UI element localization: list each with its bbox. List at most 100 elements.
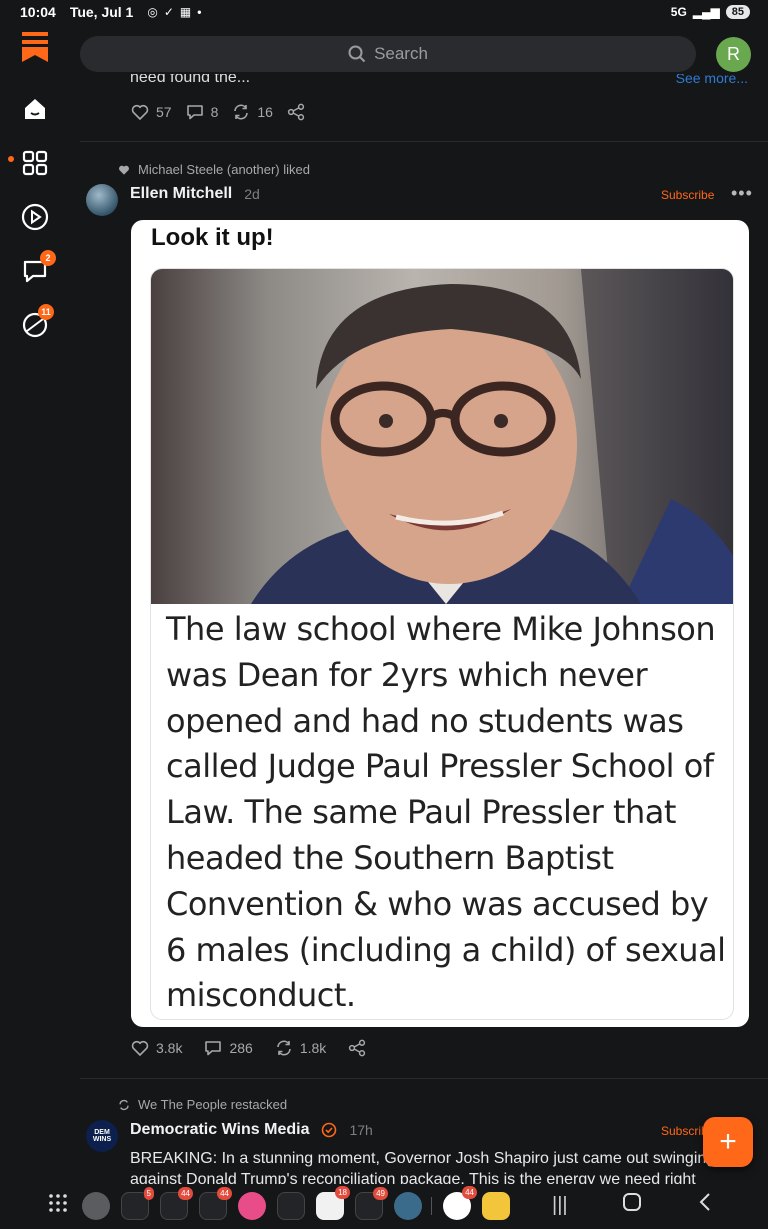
subscribe-button[interactable]: Subscribe	[661, 188, 714, 202]
share-button[interactable]	[348, 1039, 366, 1057]
post-age: 2d	[244, 186, 260, 202]
restacked-by-text: We The People restacked	[138, 1097, 288, 1112]
app-folder-icon[interactable]: 49	[355, 1187, 388, 1220]
previous-post-actions: 57 8 16	[131, 103, 305, 121]
notification-icon: ◎	[147, 5, 158, 19]
restack-button[interactable]: 1.8k	[275, 1039, 326, 1057]
settings-app-icon[interactable]	[82, 1192, 110, 1220]
comment-count: 8	[210, 104, 219, 120]
like-count: 3.8k	[156, 1040, 183, 1056]
network-label: 5G	[670, 5, 687, 19]
author-avatar[interactable]: DEM WINS	[86, 1120, 118, 1152]
heart-icon	[131, 104, 149, 121]
author-name[interactable]: Democratic Wins Media	[130, 1121, 309, 1139]
clock: 10:04	[20, 4, 56, 20]
app-folder-icon[interactable]	[277, 1192, 305, 1220]
signal-icon: ▂▄▆	[692, 5, 720, 19]
substack-logo-icon[interactable]	[20, 32, 50, 62]
author-name[interactable]: Ellen Mitchell	[130, 185, 232, 203]
post-divider	[80, 1078, 768, 1079]
previous-post-text: need found the...	[130, 74, 251, 86]
home-button-icon[interactable]	[622, 1192, 642, 1218]
comment-icon	[186, 105, 203, 120]
share-button[interactable]	[287, 103, 305, 121]
app-drawer-icon[interactable]	[48, 1193, 68, 1219]
taskbar-divider	[431, 1197, 432, 1215]
chrome-app-icon[interactable]: 44	[443, 1186, 477, 1220]
post-card[interactable]: Look it up! The law school where Mike Jo…	[131, 220, 749, 1027]
plus-icon: +	[719, 1125, 737, 1158]
back-button-icon[interactable]	[697, 1192, 713, 1218]
status-bar: 10:04 Tue, Jul 1 ◎ ✓ ▦ • 5G ▂▄▆ 85	[0, 0, 768, 24]
post-age: 17h	[349, 1122, 373, 1138]
notification-icons: ◎ ✓ ▦ •	[147, 5, 201, 19]
recent-apps-icon[interactable]: |||	[552, 1194, 568, 1217]
author-row: Ellen Mitchell 2d	[130, 185, 260, 203]
restacked-by-line: We The People restacked	[118, 1097, 287, 1112]
comment-count: 286	[229, 1040, 253, 1056]
substack-logo-svg	[22, 32, 48, 62]
photo-portrait	[151, 269, 733, 604]
post-image[interactable]: The law school where Mike Johnson was De…	[150, 268, 734, 1020]
compose-button[interactable]: +	[703, 1117, 753, 1167]
see-more-link[interactable]: See more...	[676, 74, 748, 88]
chat-icon[interactable]: 2	[20, 250, 56, 286]
app-folder-icon[interactable]: 44	[199, 1187, 232, 1220]
verified-icon	[322, 1122, 337, 1138]
share-icon	[349, 1039, 366, 1057]
app-badge: 44	[178, 1187, 193, 1200]
app-badge: 44	[217, 1187, 232, 1200]
play-icon[interactable]	[20, 202, 50, 232]
active-indicator	[8, 156, 14, 162]
app-notification-icon: ▦	[179, 5, 192, 19]
comment-button[interactable]: 286	[204, 1039, 253, 1057]
app-badge: 18	[335, 1186, 350, 1199]
author-avatar[interactable]	[86, 184, 118, 216]
news-app-icon[interactable]: 18	[316, 1186, 350, 1220]
checklist-icon: ✓	[163, 5, 174, 19]
like-button[interactable]: 3.8k	[131, 1039, 182, 1057]
left-rail: 2 11	[0, 24, 72, 1184]
restack-icon	[119, 1099, 129, 1110]
app-badge: 44	[462, 1186, 477, 1199]
app-badge: 5	[143, 1187, 154, 1200]
liked-by-text: Michael Steele (another) liked	[138, 162, 310, 177]
like-count: 57	[156, 104, 172, 120]
post-text: BREAKING: In a stunning moment, Governor…	[130, 1150, 716, 1184]
post-title: Look it up!	[151, 224, 274, 251]
app-folder-icon[interactable]: 5	[121, 1187, 154, 1220]
search-icon	[348, 45, 366, 63]
app-icon[interactable]	[394, 1192, 422, 1220]
comment-button[interactable]: 8	[186, 103, 219, 121]
search-bar[interactable]: Search	[80, 36, 696, 72]
heart-filled-icon	[119, 165, 129, 175]
date: Tue, Jul 1	[69, 4, 134, 20]
gallery-app-icon[interactable]	[238, 1192, 266, 1220]
grid-icon[interactable]	[20, 148, 50, 178]
restack-icon	[277, 1040, 291, 1056]
notes-app-icon[interactable]	[482, 1192, 510, 1220]
restack-button[interactable]: 16	[232, 103, 273, 121]
app-folder-icon[interactable]: 44	[160, 1187, 193, 1220]
like-button[interactable]: 57	[131, 103, 172, 121]
profile-avatar[interactable]: R	[716, 37, 751, 72]
restack-count: 1.8k	[299, 1040, 327, 1056]
liked-by-line: Michael Steele (another) liked	[118, 162, 310, 177]
more-options-icon[interactable]: •••	[731, 183, 753, 204]
taskbar: 5 44 44 18 49 44 |||	[0, 1184, 768, 1229]
comment-icon	[205, 1041, 222, 1056]
post-divider	[80, 141, 768, 142]
restack-icon	[234, 104, 249, 120]
author-row: Democratic Wins Media 17h	[130, 1121, 373, 1139]
post-actions: 3.8k 286 1.8k	[131, 1039, 366, 1057]
share-icon	[287, 103, 305, 121]
activity-icon[interactable]: 11	[20, 304, 54, 340]
search-placeholder: Search	[374, 44, 428, 63]
restack-count: 16	[257, 104, 273, 120]
image-caption: The law school where Mike Johnson was De…	[166, 610, 726, 1015]
portrait-illustration	[251, 269, 733, 604]
app-badge: 49	[373, 1187, 388, 1200]
heart-icon	[131, 1040, 149, 1057]
activity-badge: 11	[38, 304, 54, 320]
home-icon[interactable]	[20, 94, 50, 124]
